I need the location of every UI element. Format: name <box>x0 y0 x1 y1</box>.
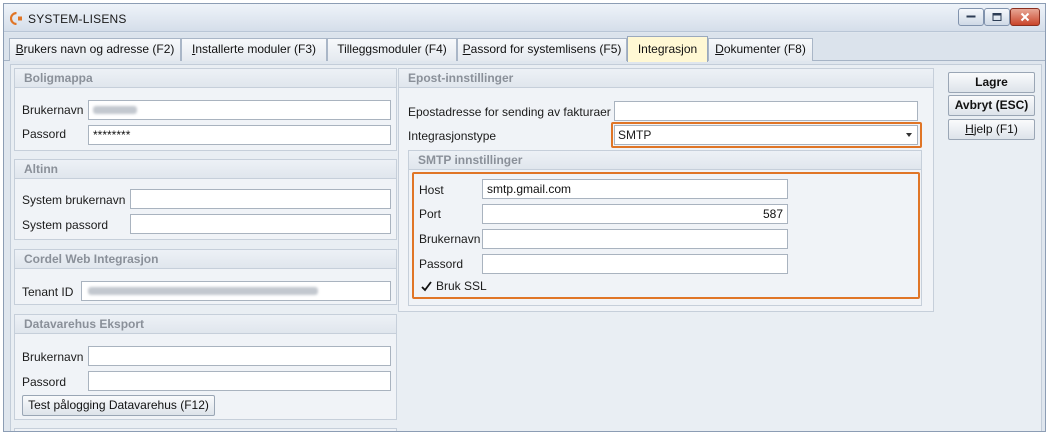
boligmappa-username-label: Brukernavn <box>22 103 84 117</box>
redacted-username <box>93 106 137 114</box>
altinn-username-input[interactable] <box>130 189 391 209</box>
close-button[interactable] <box>1010 8 1040 26</box>
integration-type-highlight <box>611 122 922 148</box>
tenant-id-label: Tenant ID <box>22 285 74 299</box>
save-button[interactable]: Lagre <box>948 72 1035 93</box>
redacted-tenant-id <box>88 287 318 295</box>
window-title: SYSTEM-LISENS <box>28 12 127 26</box>
cordel-group: Cordel Web Integrasjon Tenant ID <box>14 249 397 305</box>
altinn-username-label: System brukernavn <box>22 193 126 207</box>
datavarehus-username-input[interactable] <box>88 346 391 366</box>
boligmappa-password-label: Passord <box>22 127 67 141</box>
maximize-button[interactable] <box>984 8 1010 26</box>
altinn-group: Altinn System brukernavn System passord <box>14 159 397 240</box>
boligmappa-group: Boligmappa Brukernavn Passord ******** <box>14 68 397 151</box>
minimize-button[interactable] <box>958 8 984 26</box>
test-login-button[interactable]: Test pålogging Datavarehus (F12) <box>22 395 215 416</box>
tab-installerte-moduler[interactable]: Installerte moduler (F3) <box>181 38 327 61</box>
datavarehus-password-label: Passord <box>22 375 67 389</box>
integrasjon-panel: Boligmappa Brukernavn Passord ******** A… <box>10 64 1042 431</box>
boligmappa-password-input[interactable]: ******** <box>88 125 391 145</box>
maximize-icon <box>992 13 1002 21</box>
close-icon <box>1020 12 1030 22</box>
tab-dokumenter[interactable]: Dokumenter (F8) <box>708 38 813 61</box>
altinn-password-label: System passord <box>22 218 109 232</box>
integration-type-label: Integrasjonstype <box>408 129 497 143</box>
altinn-header: Altinn <box>15 160 396 179</box>
tab-strip: Brukers navn og adresse (F2) Installerte… <box>4 33 1045 62</box>
minimize-icon <box>966 15 976 18</box>
smtp-group: SMTP innstillinger Host smtp.gmail.com P… <box>408 150 922 306</box>
boligmappa-username-input[interactable] <box>88 100 391 120</box>
altinn-password-input[interactable] <box>130 214 391 234</box>
tenant-id-input[interactable] <box>81 281 391 301</box>
datavarehus-username-label: Brukernavn <box>22 350 84 364</box>
tab-tilleggsmoduler[interactable]: Tilleggsmoduler (F4) <box>327 38 457 61</box>
epost-group: Epost-innstillinger Epostadresse for sen… <box>398 68 934 312</box>
boligmappa-header: Boligmappa <box>15 69 396 88</box>
help-button[interactable]: Hjelp (F1) <box>948 119 1035 140</box>
epost-email-input[interactable] <box>614 101 918 121</box>
smtp-settings-highlight <box>412 172 920 299</box>
system-lisens-window: SYSTEM-LISENS Brukers navn og adresse (F… <box>3 3 1046 432</box>
epost-email-label: Epostadresse for sending av fakturaer <box>408 105 611 119</box>
datavarehus-group: Datavarehus Eksport Brukernavn Passord T… <box>14 314 397 420</box>
tab-brukers-navn[interactable]: Brukers navn og adresse (F2) <box>9 38 181 61</box>
next-group <box>14 428 397 431</box>
tab-passord-systemlisens[interactable]: Passord for systemlisens (F5) <box>457 38 627 61</box>
datavarehus-header: Datavarehus Eksport <box>15 315 396 334</box>
cancel-button[interactable]: Avbryt (ESC) <box>948 95 1035 116</box>
cordel-header: Cordel Web Integrasjon <box>15 250 396 269</box>
tab-integrasjon[interactable]: Integrasjon <box>627 36 708 62</box>
smtp-header: SMTP innstillinger <box>409 151 921 170</box>
title-bar[interactable]: SYSTEM-LISENS <box>4 4 1045 32</box>
app-logo-icon <box>10 12 22 25</box>
epost-header: Epost-innstillinger <box>399 69 933 88</box>
datavarehus-password-input[interactable] <box>88 371 391 391</box>
